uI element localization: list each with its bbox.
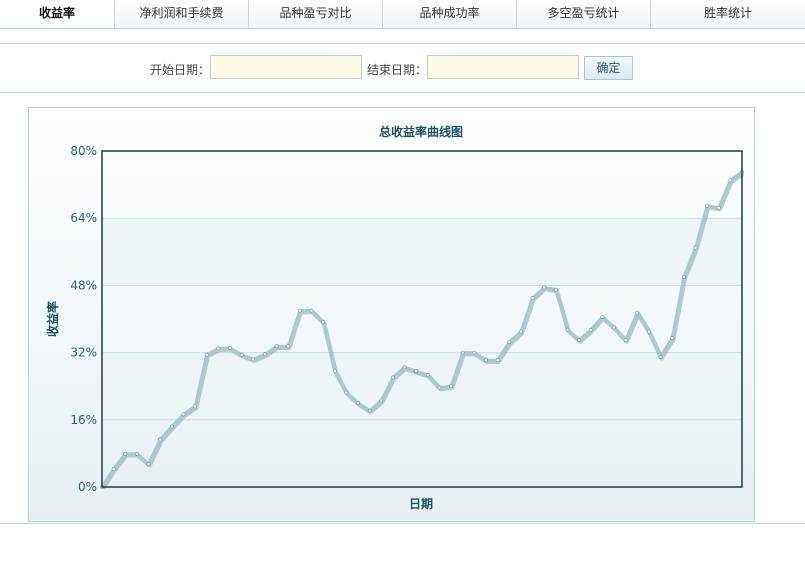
data-point xyxy=(239,352,244,357)
data-point xyxy=(519,329,523,334)
data-point xyxy=(158,437,163,442)
confirm-button[interactable]: 确定 xyxy=(584,56,633,80)
start-date-label: 开始日期： xyxy=(150,63,211,77)
data-point xyxy=(123,451,128,456)
divider-bottom xyxy=(0,523,805,524)
data-point xyxy=(716,205,721,210)
data-point xyxy=(391,375,395,380)
y-tick-label: 16% xyxy=(70,413,97,427)
divider-middle xyxy=(0,92,805,93)
data-point xyxy=(670,335,675,340)
data-point xyxy=(705,203,709,208)
data-point xyxy=(414,369,419,373)
data-point xyxy=(588,328,593,332)
data-point xyxy=(193,404,197,409)
return-rate-chart: 总收益率曲线图 0% 16% 32% 48% 64% 80% 日期 收益率 xyxy=(45,124,745,511)
data-point xyxy=(553,287,558,292)
data-point xyxy=(309,308,314,313)
data-point xyxy=(332,368,337,373)
data-point xyxy=(146,461,151,466)
data-point xyxy=(204,352,209,357)
chart-title: 总收益率曲线图 xyxy=(379,124,463,139)
tab-win-rate[interactable]: 胜率统计 xyxy=(651,0,805,28)
data-point xyxy=(169,424,174,429)
data-point xyxy=(507,340,512,345)
end-date-label: 结束日期： xyxy=(367,63,428,77)
data-point xyxy=(681,275,686,279)
tab-return-rate[interactable]: 收益率 xyxy=(0,0,115,28)
data-point xyxy=(425,372,430,377)
plot-band xyxy=(102,352,742,420)
data-point xyxy=(460,350,465,355)
tab-long-short-pl[interactable]: 多空盈亏统计 xyxy=(517,0,651,28)
data-point xyxy=(484,358,488,363)
plot-band xyxy=(102,218,742,286)
y-tick-label: 0% xyxy=(78,480,97,494)
data-point xyxy=(344,390,349,395)
data-point xyxy=(437,385,442,390)
tab-product-success-rate[interactable]: 品种成功率 xyxy=(383,0,517,28)
x-axis-label: 日期 xyxy=(409,496,433,511)
date-filter-bar: 开始日期： 结束日期： 确定 xyxy=(0,55,805,81)
data-point xyxy=(577,338,581,342)
data-point xyxy=(367,408,372,413)
y-tick-label: 32% xyxy=(70,346,97,360)
data-point xyxy=(216,346,221,351)
data-point xyxy=(495,358,500,363)
data-point xyxy=(600,314,605,319)
data-point xyxy=(530,296,535,300)
data-point xyxy=(135,451,139,456)
data-point xyxy=(449,384,453,389)
data-point xyxy=(228,346,232,350)
data-point xyxy=(647,329,651,334)
tab-product-pl-compare[interactable]: 品种盈亏对比 xyxy=(249,0,383,28)
data-point xyxy=(542,285,547,290)
y-axis-label: 收益率 xyxy=(45,301,60,337)
start-date-input[interactable] xyxy=(210,55,362,79)
y-tick-label: 64% xyxy=(70,211,97,225)
divider-top xyxy=(0,43,805,44)
end-date-input[interactable] xyxy=(427,55,579,79)
tab-bar: 收益率 净利润和手续费 品种盈亏对比 品种成功率 多空盈亏统计 胜率统计 xyxy=(0,0,805,29)
plot-frame xyxy=(101,150,743,488)
chart-panel: 总收益率曲线图 0% 16% 32% 48% 64% 80% 日期 收益率 xyxy=(28,107,755,522)
data-point xyxy=(181,412,186,417)
data-point xyxy=(623,338,628,342)
tab-net-profit-fees[interactable]: 净利润和手续费 xyxy=(115,0,249,28)
data-point xyxy=(297,308,302,313)
data-point xyxy=(274,344,279,349)
data-point xyxy=(402,365,407,370)
data-point xyxy=(379,398,384,403)
data-point xyxy=(286,344,291,349)
data-point xyxy=(612,325,616,330)
data-point xyxy=(263,352,267,357)
data-point xyxy=(565,327,570,332)
data-point xyxy=(356,401,360,405)
data-point xyxy=(728,178,733,183)
y-tick-label: 48% xyxy=(70,278,97,292)
data-point xyxy=(321,320,325,324)
y-tick-label: 80% xyxy=(70,144,97,158)
data-point xyxy=(111,467,116,471)
data-point xyxy=(693,245,698,250)
data-point xyxy=(635,310,640,315)
data-point xyxy=(658,354,663,359)
data-point xyxy=(251,357,256,362)
data-point xyxy=(472,350,477,355)
